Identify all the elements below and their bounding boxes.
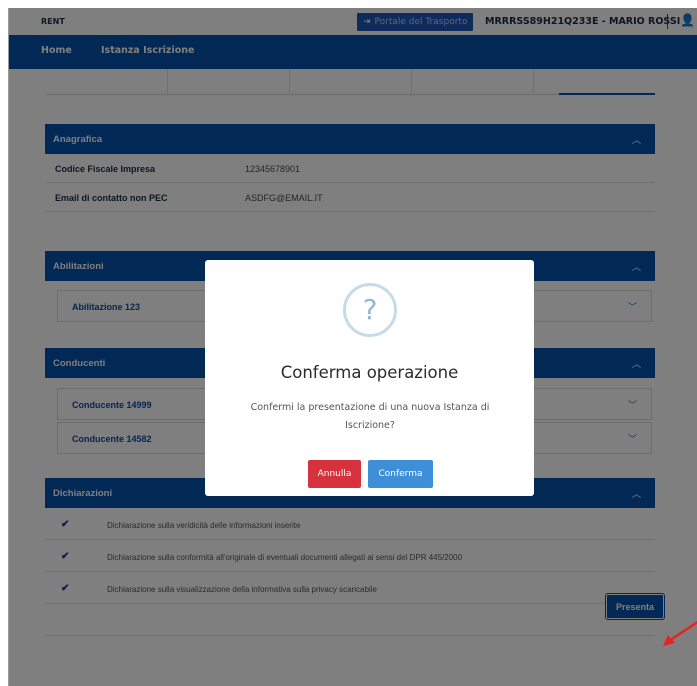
- dialog-message: Confermi la presentazione di una nuova I…: [250, 402, 490, 431]
- app-window: RENT ⇥Portale del Trasporto MRRRSS89H21Q…: [8, 8, 697, 686]
- annotation-arrow-icon: [663, 620, 697, 646]
- annulla-button[interactable]: Annulla: [308, 460, 361, 488]
- dialog-title: Conferma operazione: [280, 363, 459, 382]
- confirm-dialog: ? Conferma operazione Confermi la presen…: [205, 260, 534, 496]
- question-icon: ?: [343, 283, 397, 337]
- conferma-button[interactable]: Conferma: [368, 460, 433, 488]
